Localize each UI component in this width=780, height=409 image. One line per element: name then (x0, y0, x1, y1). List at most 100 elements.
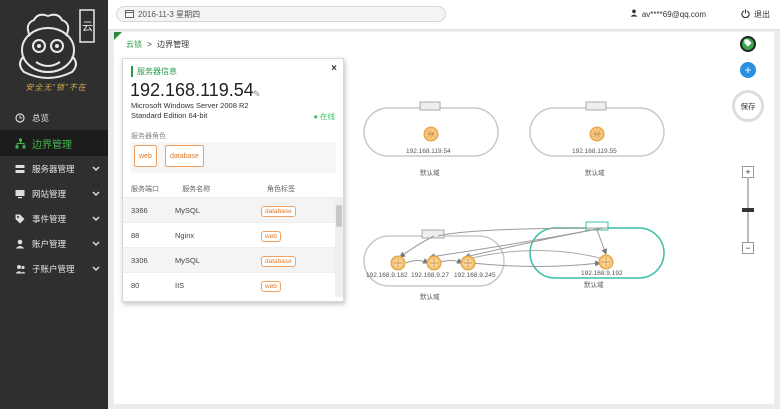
save-button[interactable]: 保存 (732, 90, 764, 122)
content-panel: 云锁 > 边界管理 服务器信息 × 192.168.119.54 ✎ Micro… (114, 32, 774, 404)
role-tag: web (261, 230, 281, 242)
main-area: 2016-11-3 星期四 av****69@qq.com 退出 云锁 > 边界… (108, 0, 780, 409)
table-row[interactable]: 80 IIS web (123, 272, 336, 297)
plus-icon: + (744, 63, 752, 77)
chevron-down-icon (92, 239, 100, 249)
date-text: 2016-11-3 星期四 (138, 9, 201, 19)
date-display: 2016-11-3 星期四 (116, 6, 446, 22)
users-icon (14, 263, 26, 275)
server-node (589, 126, 605, 142)
role-tags: web database (131, 142, 336, 173)
port-cell: 3366 (131, 205, 148, 215)
server-os: Microsoft Windows Server 2008 R2 Standar… (131, 101, 249, 120)
node-ip: 192.168.119.55 (572, 148, 617, 155)
group-label: 默认域 (585, 170, 605, 177)
port-cell: 88 (131, 230, 140, 240)
status-badge: ● 在线 (313, 111, 335, 122)
sidebar-item-label: 事件管理 (32, 213, 67, 224)
port-cell: 80 (131, 280, 140, 290)
server-node (598, 254, 614, 270)
table-scrollbar[interactable] (335, 197, 343, 297)
role-tag-web[interactable]: web (134, 145, 157, 167)
tag-icon (744, 38, 752, 50)
name-cell: MySQL (175, 205, 201, 215)
table-row[interactable]: 3306 MySQL database (123, 247, 336, 272)
group-handle (585, 101, 607, 111)
logout-label: 退出 (754, 10, 770, 19)
user-icon (14, 238, 26, 250)
breadcrumb-home[interactable]: 云锁 (126, 40, 142, 49)
column-header: 服务端口 (131, 186, 159, 193)
name-cell: MySQL (175, 255, 201, 265)
zoom-slider-thumb[interactable] (742, 208, 754, 212)
tag-filter-button[interactable] (740, 36, 756, 52)
sidebar-item-label: 总览 (32, 112, 50, 123)
name-cell: IIS (175, 280, 185, 290)
server-node (426, 255, 442, 271)
column-header: 角色标签 (267, 186, 296, 193)
user-menu[interactable]: av****69@qq.com (630, 9, 706, 19)
sidebar-item-overview[interactable]: 总览 (0, 105, 108, 130)
server-node (460, 255, 476, 271)
node-ip: 192.168.9.245 (454, 272, 496, 279)
table-row[interactable]: 88 Nginx web (123, 222, 336, 247)
monitor-icon (14, 188, 26, 200)
server-node (390, 255, 406, 271)
logo-slogan: 安全无“锁”不在 (25, 83, 87, 92)
sidebar-item-label: 账户管理 (32, 238, 67, 249)
sidebar-item-boundary[interactable]: 边界管理 (0, 130, 108, 156)
role-tag-database[interactable]: database (165, 145, 204, 167)
node-ip: 192.168.9.192 (581, 270, 623, 277)
close-icon[interactable]: × (331, 63, 337, 74)
service-table: 3366 MySQL database 88 Nginx web 3306 My… (123, 197, 336, 297)
server-icon (14, 163, 26, 175)
server-ip: 192.168.119.54 (130, 80, 254, 100)
group-handle (419, 101, 441, 111)
server-info-card: 服务器信息 × 192.168.119.54 ✎ Microsoft Windo… (122, 58, 344, 302)
node-ip: 192.168.9.27 (411, 272, 449, 279)
user-email: av****69@qq.com (641, 9, 706, 19)
calendar-icon (125, 9, 134, 20)
role-tag: database (261, 205, 296, 217)
sidebar-item-label: 边界管理 (32, 139, 72, 151)
add-button[interactable]: + (740, 62, 756, 78)
service-table-header: 服务端口 服务名称 角色标签 (131, 181, 336, 197)
corner-marker (114, 32, 122, 40)
online-dot-icon: ● (313, 112, 318, 121)
sidebar-item-websites[interactable]: 网站管理 (0, 181, 108, 206)
node-ip: 192.168.119.54 (406, 148, 451, 155)
sidebar-item-events[interactable]: 事件管理 (0, 206, 108, 231)
group-label: 默认域 (420, 294, 440, 301)
tag-icon (14, 213, 26, 225)
table-row[interactable]: 3366 MySQL database (123, 197, 336, 222)
card-title: 服务器信息 (131, 66, 177, 77)
logout-button[interactable]: 退出 (741, 9, 770, 20)
pencil-icon[interactable]: ✎ (253, 89, 261, 100)
node-ip: 192.168.9.182 (366, 272, 408, 279)
group-label: 默认域 (420, 170, 440, 177)
topology-canvas[interactable]: 192.168.119.54 默认域 192.168.119.55 默认域 19… (348, 58, 768, 358)
role-tag: web (261, 280, 281, 292)
logo-glyph: 云 (82, 20, 93, 33)
breadcrumb: 云锁 > 边界管理 (126, 39, 189, 50)
sidebar-item-accounts[interactable]: 账户管理 (0, 231, 108, 256)
chevron-down-icon (92, 214, 100, 224)
scrollbar-thumb[interactable] (336, 205, 342, 227)
zoom-out-button[interactable]: − (742, 242, 754, 254)
sitemap-icon (14, 137, 26, 149)
group-label: 默认域 (584, 282, 604, 289)
status-text: 在线 (320, 112, 335, 121)
role-tag: database (261, 255, 296, 267)
name-cell: Nginx (175, 230, 195, 240)
canvas-controls: + 保存 + − (728, 32, 768, 332)
sidebar-item-label: 服务器管理 (32, 163, 75, 174)
breadcrumb-current: 边界管理 (157, 40, 190, 49)
sidebar-item-servers[interactable]: 服务器管理 (0, 156, 108, 181)
port-cell: 3306 (131, 255, 148, 265)
chevron-down-icon (92, 264, 100, 274)
sidebar-item-subaccounts[interactable]: 子账户管理 (0, 256, 108, 281)
clock-icon (14, 112, 26, 124)
top-bar: 2016-11-3 星期四 av****69@qq.com 退出 (108, 0, 780, 30)
column-header: 服务名称 (182, 186, 211, 193)
sidebar-nav: 总览 边界管理 服务器管理 网站管理 事件管理 账户管理 子账户管理 (0, 105, 108, 281)
